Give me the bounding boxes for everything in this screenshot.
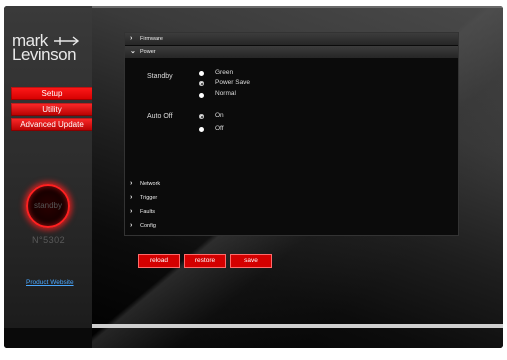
section-trigger[interactable]: › Trigger <box>125 192 458 204</box>
chevron-right-icon: › <box>130 180 133 187</box>
radio-auto-off-off[interactable] <box>199 127 204 132</box>
nav-setup[interactable]: Setup <box>11 87 93 100</box>
auto-off-option-on: On <box>215 112 224 119</box>
section-power[interactable]: ⌄ Power <box>125 46 458 58</box>
auto-off-field-label: Auto Off <box>147 113 173 120</box>
radio-standby-power-save[interactable] <box>199 81 204 86</box>
standby-option-green: Green <box>215 69 234 76</box>
app-frame: mark Levinson Setup Utility Advanced Upd… <box>4 6 503 348</box>
restore-button[interactable]: restore <box>184 254 226 268</box>
sidebar: mark Levinson Setup Utility Advanced Upd… <box>4 6 93 348</box>
reload-button[interactable]: reload <box>138 254 180 268</box>
radio-standby-green[interactable] <box>199 71 204 76</box>
save-button[interactable]: save <box>230 254 272 268</box>
model-number: N°5302 <box>32 235 66 245</box>
radio-standby-normal[interactable] <box>199 93 204 98</box>
standby-button[interactable]: standby <box>26 184 70 228</box>
section-firmware[interactable]: › Firmware <box>125 33 458 45</box>
radio-auto-off-on[interactable] <box>199 114 204 119</box>
mark-levinson-logo: mark Levinson <box>10 32 90 68</box>
nav-utility[interactable]: Utility <box>11 103 93 116</box>
product-website-link[interactable]: Product Website <box>26 279 74 286</box>
section-faults[interactable]: › Faults <box>125 206 458 218</box>
standby-option-normal: Normal <box>215 90 236 97</box>
chevron-right-icon: › <box>130 222 133 229</box>
sidebar-footer <box>4 328 92 348</box>
chevron-right-icon: › <box>130 35 133 42</box>
logo-line2: Levinson <box>12 45 77 64</box>
settings-panel: › Firmware ⌄ Power Standby Green Power S… <box>124 32 459 236</box>
chevron-right-icon: › <box>130 194 133 201</box>
auto-off-option-off: Off <box>215 125 224 132</box>
standby-option-power-save: Power Save <box>215 79 251 86</box>
footer-divider <box>92 324 503 328</box>
section-config[interactable]: › Config <box>125 220 458 232</box>
section-network[interactable]: › Network <box>125 178 458 190</box>
chevron-down-icon: ⌄ <box>130 48 136 55</box>
chevron-right-icon: › <box>130 208 133 215</box>
nav-advanced-update[interactable]: Advanced Update <box>11 118 93 131</box>
standby-field-label: Standby <box>147 73 173 80</box>
